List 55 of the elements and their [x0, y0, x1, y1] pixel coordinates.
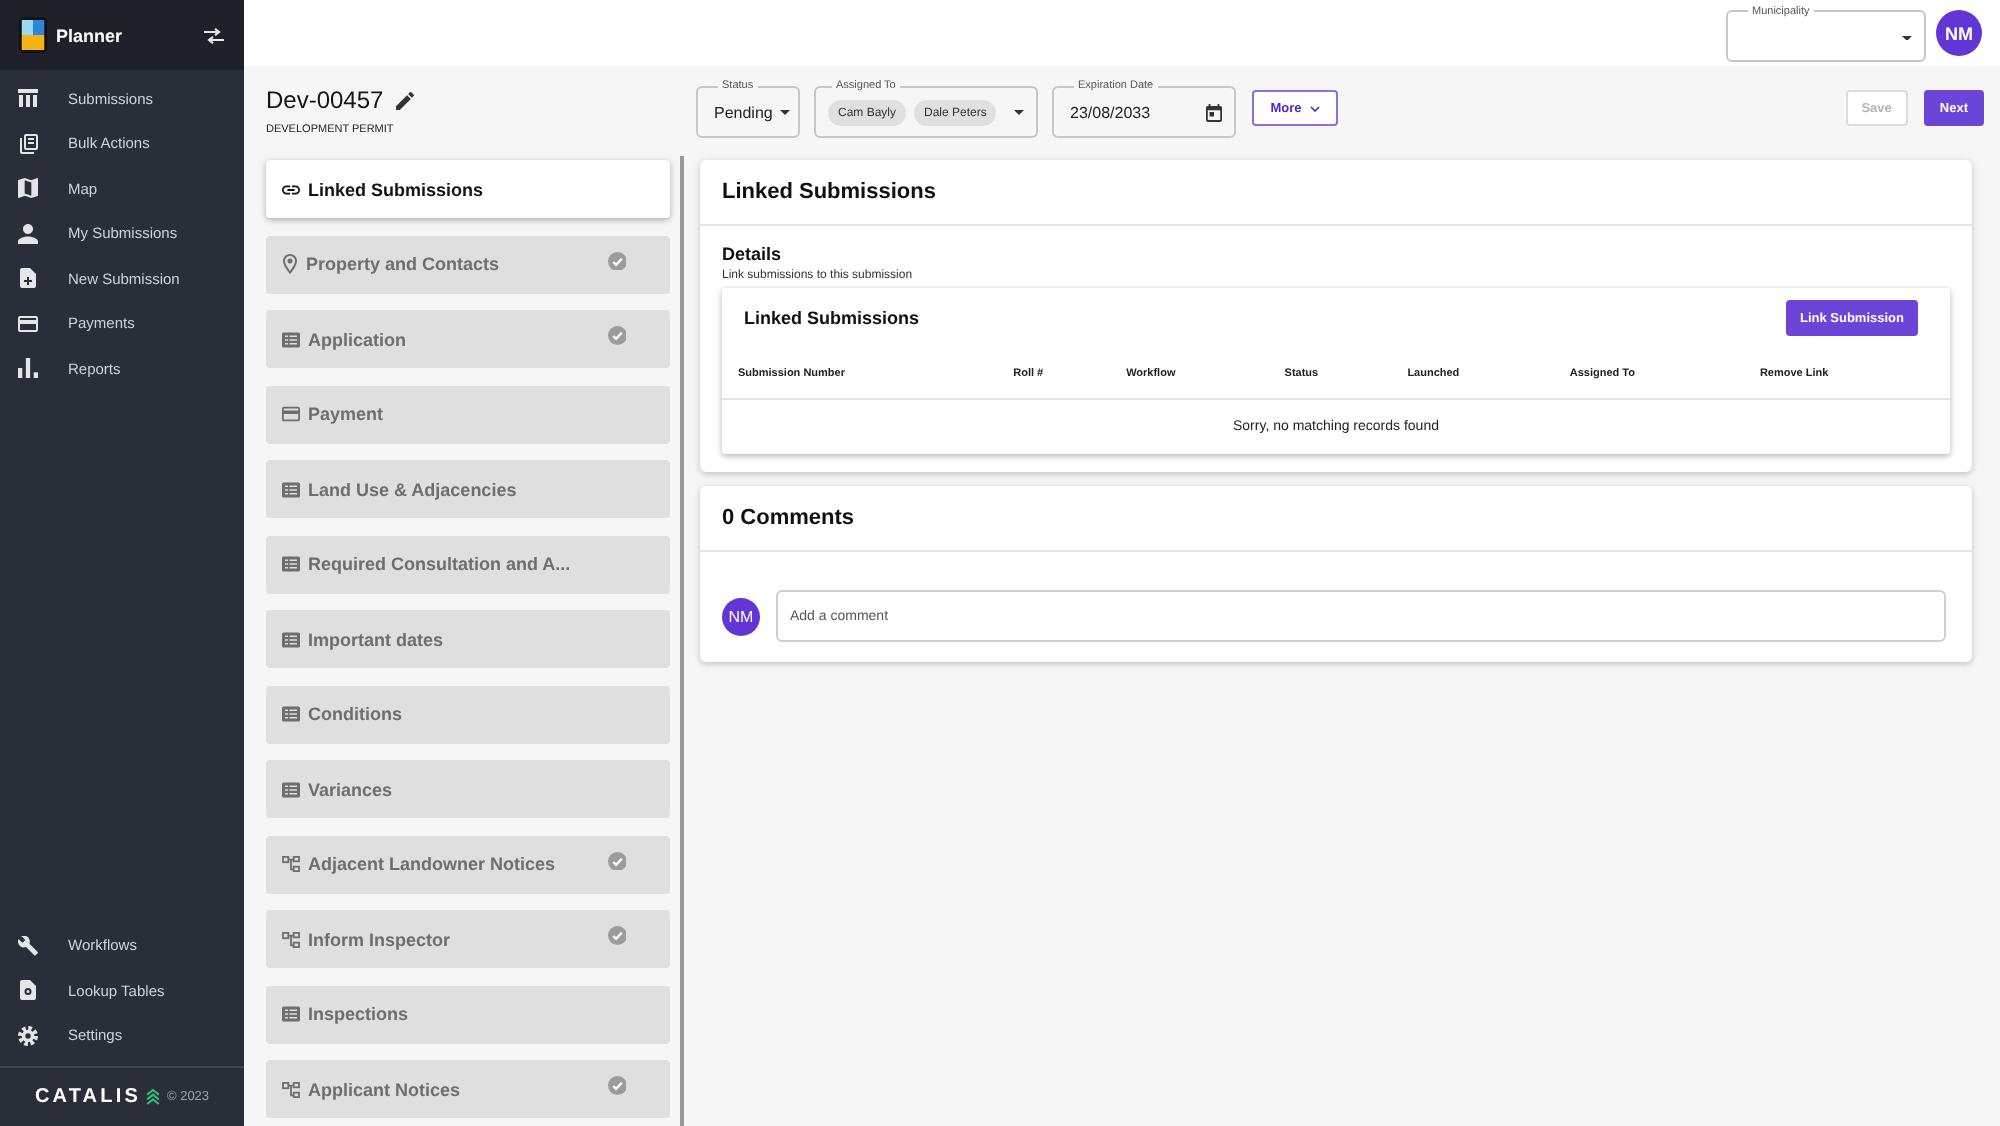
user-avatar: NM — [722, 597, 760, 635]
user-avatar[interactable]: NM — [1936, 10, 1982, 56]
section-tab[interactable]: Application — [266, 310, 670, 368]
scroll-bar[interactable] — [680, 156, 684, 1126]
swap-icon[interactable] — [204, 27, 224, 43]
app-logo-icon — [18, 16, 48, 54]
section-tab[interactable]: Conditions — [266, 685, 670, 743]
list-icon — [282, 331, 300, 347]
list-icon — [282, 781, 300, 797]
link-icon — [282, 181, 300, 197]
flow-chart-icon — [282, 856, 300, 872]
section-tab[interactable]: Linked Submissions — [266, 160, 670, 218]
person-icon — [18, 223, 38, 244]
bar-chart-icon — [18, 358, 38, 379]
documents-icon — [18, 133, 38, 154]
caret-icon — [780, 110, 791, 116]
settings-icon — [18, 1025, 38, 1046]
section-tab[interactable]: Applicant Notices — [266, 1060, 670, 1118]
list-icon — [282, 481, 300, 497]
list-icon — [282, 631, 300, 647]
section-tab[interactable]: Inspections — [266, 985, 670, 1043]
table-title: Linked Submissions — [744, 308, 920, 328]
wrench-icon — [18, 935, 38, 956]
document-plus-icon — [18, 268, 38, 289]
app-name: Planner — [56, 25, 123, 45]
chevrons-up-icon — [146, 1088, 161, 1106]
submission-title: Dev-00457 — [266, 86, 384, 114]
section-tab[interactable]: Important dates — [266, 610, 670, 668]
card-title: Linked Submissions — [722, 180, 936, 204]
section-tab[interactable]: Adjacent Landowner Notices — [266, 835, 670, 893]
calendar-icon[interactable] — [1206, 104, 1222, 122]
flow-chart-icon — [282, 931, 300, 947]
section-tab[interactable]: Land Use & Adjacencies — [266, 460, 670, 518]
document-icon — [18, 980, 38, 1001]
flow-chart-icon — [282, 1081, 300, 1097]
list-icon — [282, 706, 300, 722]
location-pin-icon — [282, 254, 298, 274]
section-tab[interactable]: Required Consultation and A... — [266, 535, 670, 593]
section-tab[interactable]: Property and Contacts — [266, 235, 670, 293]
edit-icon[interactable] — [395, 91, 414, 109]
section-tab[interactable]: Payment — [266, 385, 670, 443]
brand-name: CATALIS — [34, 1086, 141, 1108]
caret-icon — [1902, 35, 1912, 41]
card-icon — [282, 406, 300, 422]
section-tab[interactable]: Inform Inspector — [266, 910, 670, 968]
caret-icon — [1014, 110, 1024, 116]
map-icon — [18, 178, 38, 199]
list-icon — [282, 1006, 300, 1022]
list-icon — [282, 556, 300, 572]
section-tab[interactable]: Variances — [266, 760, 670, 818]
chevron-down-icon — [1309, 105, 1320, 111]
details-heading: Details — [722, 244, 784, 266]
table-icon — [18, 88, 38, 109]
card-icon — [18, 313, 38, 334]
card-title: 0 Comments — [722, 506, 855, 530]
